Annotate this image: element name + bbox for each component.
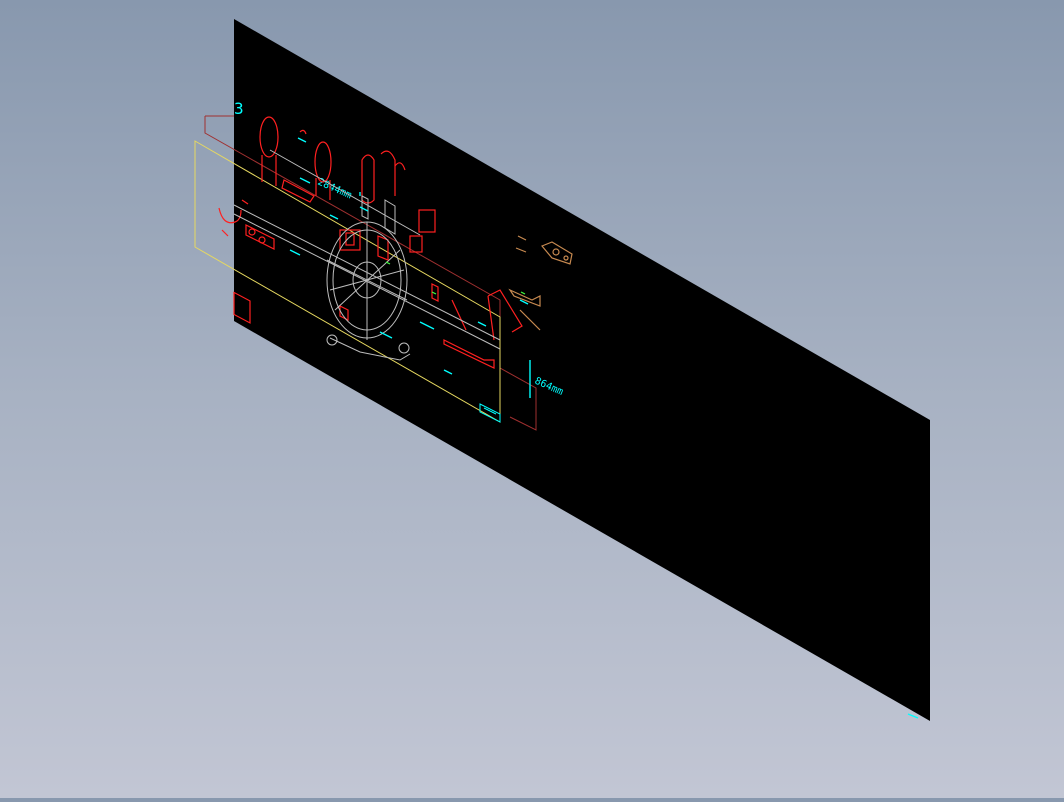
drawing-sheet [234, 19, 930, 721]
isometric-drawing-canvas[interactable]: 3 2844mm 864mm [0, 0, 1064, 798]
sheet-corner-mark [907, 713, 919, 719]
cad-viewport[interactable]: 3 2844mm 864mm [0, 0, 1064, 798]
corner-number-label: 3 [234, 99, 244, 118]
